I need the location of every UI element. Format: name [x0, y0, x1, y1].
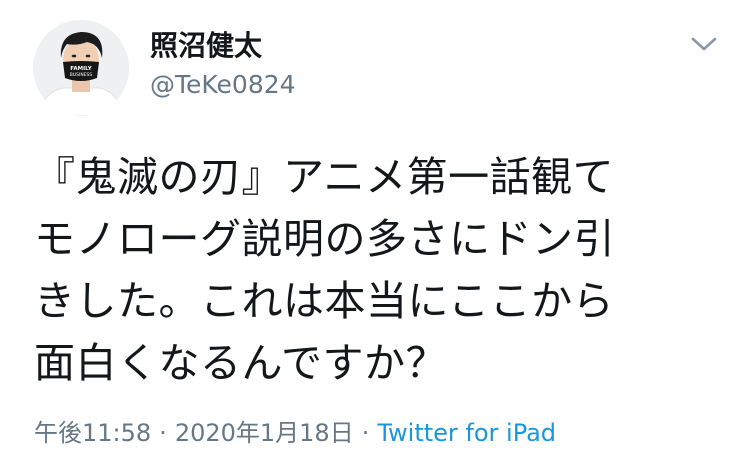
tweet-date[interactable]: 2020年1月18日: [175, 419, 354, 447]
avatar-mask-line-1: FAMILY: [70, 66, 93, 72]
avatar-mask-line-2: BUSINESS: [70, 72, 93, 78]
meta-separator: ·: [159, 419, 167, 447]
tweet-text: 『鬼滅の刃』アニメ第一話観て モノローグ説明の多さにドン引 きした。これは本当に…: [34, 153, 615, 387]
tweet-card: FAMILY BUSINESS 照沼健太 @TeKe0824 『鬼滅の刃』アニメ…: [0, 0, 750, 473]
avatar[interactable]: FAMILY BUSINESS: [33, 20, 129, 116]
avatar-image: FAMILY BUSINESS: [33, 20, 129, 116]
tweet-menu-button[interactable]: [684, 24, 724, 64]
meta-separator: ·: [361, 419, 370, 447]
tweet-source-link[interactable]: Twitter for iPad: [377, 419, 556, 447]
chevron-down-icon: [691, 37, 717, 51]
tweet-meta: 午後11:58 · 2020年1月18日 · Twitter for iPad: [34, 416, 556, 450]
tweet-time[interactable]: 午後11:58: [34, 419, 151, 447]
display-name[interactable]: 照沼健太: [150, 28, 262, 64]
user-handle[interactable]: @TeKe0824: [150, 68, 296, 102]
